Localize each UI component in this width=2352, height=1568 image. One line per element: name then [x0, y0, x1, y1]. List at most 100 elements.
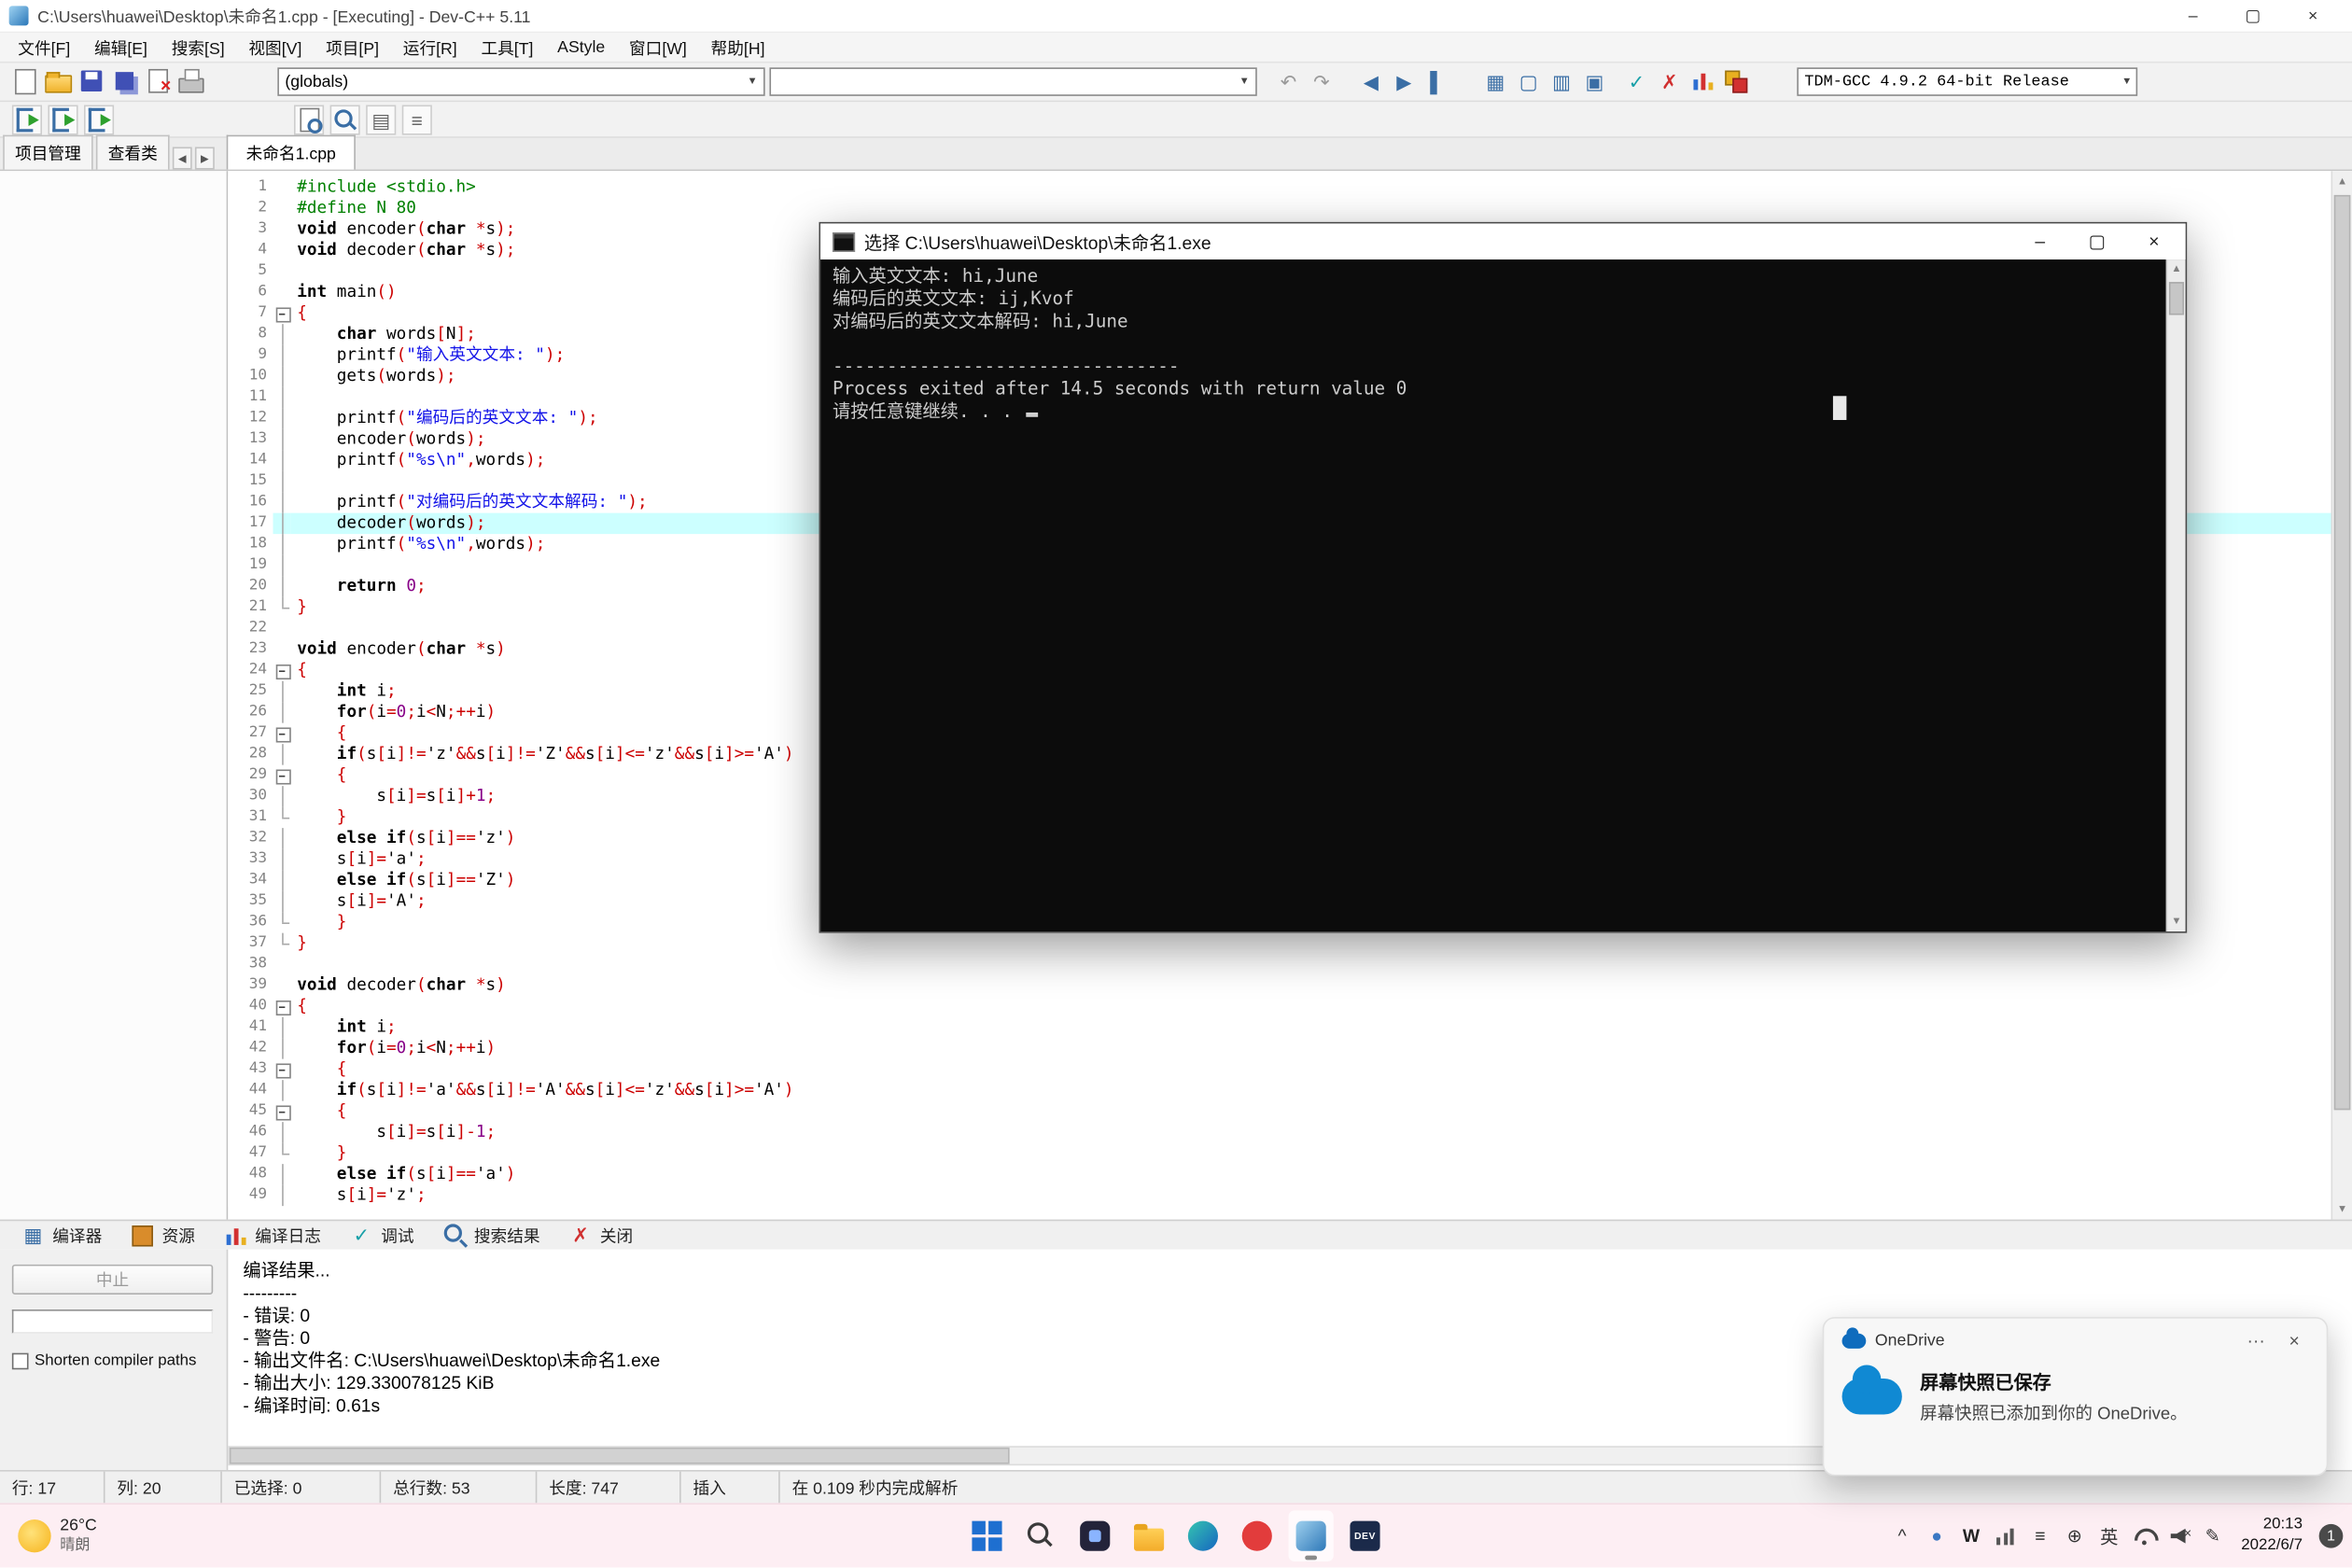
fold-marker[interactable] — [273, 303, 291, 324]
console-output[interactable]: 输入英文文本: hi,June 编码后的英文文本: ij,Kvof 对编码后的英文文… — [820, 259, 2186, 932]
tab-scroll-right-button[interactable]: ▶ — [194, 147, 215, 170]
edge-button[interactable] — [1181, 1510, 1225, 1561]
task-view-button[interactable] — [1072, 1510, 1117, 1561]
menu-file[interactable]: 文件[F] — [6, 35, 82, 60]
toast-more-button[interactable]: ··· — [2235, 1331, 2277, 1352]
abort-compile-icon[interactable]: ✗ — [1655, 66, 1685, 96]
wifi-icon[interactable] — [2132, 1524, 2156, 1548]
fold-marker[interactable] — [273, 660, 291, 680]
media-app-button[interactable] — [1235, 1510, 1280, 1561]
editor-scrollbar-thumb[interactable] — [2333, 194, 2351, 1111]
code-line[interactable]: 37} — [228, 932, 2331, 955]
members-combobox[interactable]: ▼ — [769, 67, 1257, 96]
open-file-icon[interactable] — [44, 66, 74, 96]
menu-search[interactable]: 搜索[S] — [160, 35, 237, 60]
pen-tray-icon[interactable]: ✎ — [2201, 1524, 2225, 1548]
code-line[interactable]: 48 else if(s[i]=='a') — [228, 1164, 2331, 1185]
dev-editor-button[interactable]: DEV — [1342, 1510, 1387, 1561]
compile-icon[interactable] — [11, 105, 42, 135]
code-line[interactable]: 40 { — [228, 996, 2331, 1017]
undo-icon[interactable]: ↶ — [1273, 66, 1303, 96]
scroll-up-icon[interactable]: ▲ — [2332, 171, 2352, 191]
print-icon[interactable] — [175, 66, 205, 96]
fold-marker[interactable] — [273, 1101, 291, 1122]
start-button[interactable] — [964, 1510, 1009, 1561]
split-view-icon[interactable]: ▥ — [1547, 66, 1576, 96]
compiler-combobox[interactable]: TDM-GCC 4.9.2 64-bit Release ▼ — [1797, 67, 2138, 96]
new-file-icon[interactable] — [10, 66, 40, 96]
console-minimize-button[interactable]: – — [2011, 225, 2068, 258]
code-line[interactable]: 42 for(i=0;i<N;++i) — [228, 1038, 2331, 1059]
console-maximize-button[interactable]: ▢ — [2068, 225, 2125, 258]
code-line[interactable]: 49 s[i]='z'; — [228, 1184, 2331, 1207]
file-explorer-button[interactable] — [1127, 1510, 1171, 1561]
compiler-tab[interactable]: ▦ 编译器 — [6, 1221, 115, 1250]
code-line[interactable]: 43 { — [228, 1058, 2331, 1081]
monitor-tray-icon[interactable] — [1994, 1524, 2018, 1548]
goto-back-icon[interactable]: ◀ — [1356, 66, 1386, 96]
tab-scroll-left-button[interactable]: ◀ — [172, 147, 192, 170]
goto-line-icon[interactable]: ≡ — [401, 105, 432, 135]
menu-window[interactable]: 窗口[W] — [617, 35, 699, 60]
code-line[interactable]: 44 if(s[i]!='a'&&s[i]!='A'&&s[i]<='z'&&s… — [228, 1080, 2331, 1101]
mixer-tray-icon[interactable]: ≡ — [2028, 1524, 2052, 1548]
editor-vertical-scrollbar[interactable]: ▲ ▼ — [2331, 171, 2352, 1220]
delete-profiling-icon[interactable] — [1720, 66, 1750, 96]
search-button[interactable] — [1018, 1510, 1063, 1561]
code-line[interactable]: 45 { — [228, 1100, 2331, 1123]
globals-combobox[interactable]: (globals) ▼ — [277, 67, 765, 96]
report-panel-icon[interactable]: ▢ — [1514, 66, 1544, 96]
project-manager-tab[interactable]: 项目管理 — [3, 134, 93, 170]
layout-panel-icon[interactable]: ▣ — [1579, 66, 1609, 96]
debug-tab[interactable]: ✓ 调试 — [334, 1221, 427, 1250]
code-line[interactable]: 41 int i; — [228, 1016, 2331, 1039]
menu-view[interactable]: 视图[V] — [237, 35, 315, 60]
scroll-up-icon[interactable]: ▲ — [2167, 259, 2185, 279]
tray-expand-icon[interactable]: ^ — [1890, 1524, 1914, 1548]
menu-help[interactable]: 帮助[H] — [699, 35, 777, 60]
search-results-tab[interactable]: 搜索结果 — [427, 1221, 553, 1250]
redo-icon[interactable]: ↷ — [1307, 66, 1337, 96]
abort-button[interactable]: 中止 — [11, 1264, 214, 1295]
code-line[interactable]: 1 #include <stdio.h> — [228, 176, 2331, 199]
bookmark-icon[interactable]: ▌ — [1422, 66, 1452, 96]
shorten-paths-checkbox[interactable] — [11, 1352, 29, 1370]
menu-project[interactable]: 项目[P] — [314, 35, 391, 60]
shorten-paths-option[interactable]: Shorten compiler paths — [11, 1351, 215, 1370]
log-scrollbar-thumb[interactable] — [229, 1447, 1010, 1464]
fold-marker[interactable] — [273, 723, 291, 744]
syntax-check-icon[interactable]: ✓ — [1621, 66, 1651, 96]
console-scrollbar-thumb[interactable] — [2168, 282, 2184, 315]
console-window[interactable]: 选择 C:\Users\huawei\Desktop\未命名1.exe – ▢ × … — [819, 221, 2188, 933]
code-line[interactable]: 47 } — [228, 1142, 2331, 1165]
menu-astyle[interactable]: AStyle — [545, 38, 617, 56]
find-icon[interactable] — [329, 105, 360, 135]
scroll-down-icon[interactable]: ▼ — [2167, 912, 2185, 931]
fold-marker[interactable] — [273, 765, 291, 787]
minimize-button[interactable]: – — [2163, 1, 2222, 31]
profile-analysis-icon[interactable] — [1687, 66, 1717, 96]
save-all-icon[interactable] — [109, 66, 139, 96]
devcpp-button[interactable] — [1288, 1510, 1334, 1562]
code-line[interactable]: 39 void decoder(char *s) — [228, 974, 2331, 997]
notification-badge[interactable]: 1 — [2318, 1523, 2344, 1548]
wikipedia-tray-icon[interactable]: W — [1959, 1524, 1983, 1548]
save-icon[interactable] — [77, 66, 106, 96]
menu-run[interactable]: 运行[R] — [391, 35, 469, 60]
console-close-button[interactable]: × — [2125, 225, 2182, 258]
scroll-down-icon[interactable]: ▼ — [2332, 1198, 2352, 1219]
fold-marker[interactable] — [273, 996, 291, 1017]
run-icon[interactable] — [48, 105, 78, 135]
fold-marker[interactable] — [273, 1059, 291, 1081]
find-in-files-icon[interactable] — [293, 105, 325, 135]
weather-widget[interactable]: 26°C 晴朗 — [9, 1510, 106, 1561]
ime-tray-icon[interactable]: 英 — [2097, 1524, 2121, 1548]
console-titlebar[interactable]: 选择 C:\Users\huawei\Desktop\未命名1.exe – ▢ × — [820, 223, 2186, 260]
contact-tray-icon[interactable]: ● — [1925, 1524, 1949, 1548]
project-manager-panel[interactable] — [0, 171, 229, 1220]
menu-edit[interactable]: 编辑[E] — [82, 35, 160, 60]
resources-tab[interactable]: 资源 — [116, 1221, 209, 1250]
code-line[interactable]: 38 — [228, 954, 2331, 975]
compile-log-tab[interactable]: 编译日志 — [208, 1221, 334, 1250]
toast-close-button[interactable]: × — [2277, 1331, 2312, 1352]
